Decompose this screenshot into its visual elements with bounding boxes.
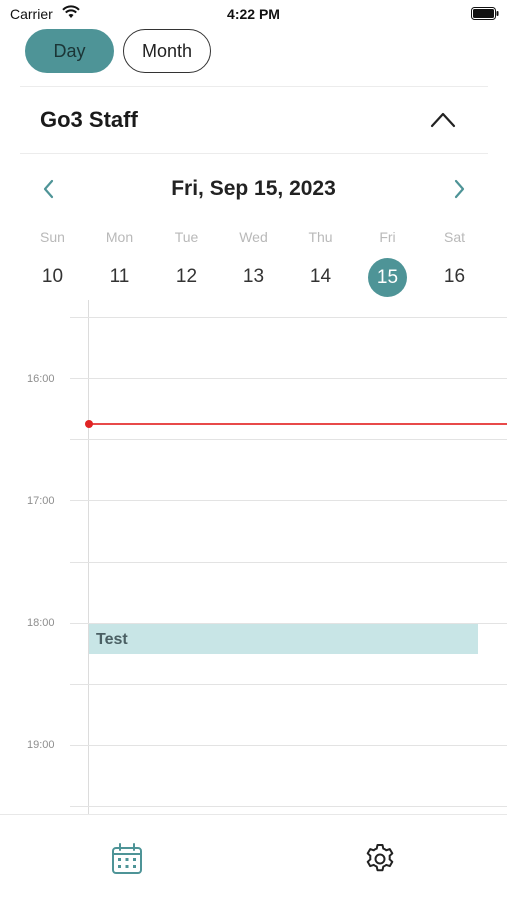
day-cell-selected[interactable]: 15 [354, 258, 421, 297]
divider [20, 86, 488, 87]
grid-line [70, 745, 507, 746]
day-number: 13 [242, 266, 265, 287]
gear-icon[interactable] [363, 842, 397, 876]
day-view-button[interactable]: Day [25, 29, 114, 73]
current-time-line [89, 423, 507, 425]
hour-label: 16:00 [27, 373, 55, 385]
day-number: 15 [368, 258, 407, 297]
day-cell[interactable]: 16 [421, 258, 488, 296]
chevron-up-icon[interactable] [428, 108, 458, 130]
day-cell[interactable]: 13 [220, 258, 287, 296]
hour-label: 19:00 [27, 739, 55, 751]
month-view-button[interactable]: Month [123, 29, 211, 73]
hour-label: 17:00 [27, 495, 55, 507]
weekday-label: Sat [443, 229, 465, 245]
next-day-button[interactable] [449, 178, 469, 200]
grid-line [70, 439, 507, 440]
day-timeline[interactable]: 16:00 17:00 18:00 19:00 Test [0, 300, 507, 814]
grid-line [70, 500, 507, 501]
day-cell[interactable]: 10 [19, 258, 86, 296]
day-number: 11 [109, 266, 130, 287]
current-date-title: Fri, Sep 15, 2023 [171, 177, 336, 200]
weekday-label: Wed [239, 229, 268, 245]
weekday-header-row: Sun Mon Tue Wed Thu Fri Sat [19, 229, 489, 245]
grid-line [70, 684, 507, 685]
hour-label: 18:00 [27, 617, 55, 629]
day-cell[interactable]: 12 [153, 258, 220, 296]
status-bar: Carrier 4:22 PM [0, 0, 507, 28]
tab-bar [0, 814, 507, 900]
day-cell[interactable]: 14 [287, 258, 354, 296]
grid-line [70, 378, 507, 379]
week-day-row: 10 11 12 13 14 15 16 [19, 258, 489, 297]
weekday-label: Fri [379, 229, 396, 245]
grid-line [70, 806, 507, 807]
day-cell[interactable]: 11 [86, 258, 153, 296]
day-number: 12 [175, 266, 198, 287]
calendar-icon[interactable] [110, 842, 144, 876]
current-time-dot [85, 420, 93, 428]
staff-section-title: Go3 Staff [40, 107, 138, 132]
weekday-label: Sun [40, 229, 65, 245]
battery-icon [471, 7, 499, 20]
day-number: 16 [443, 266, 466, 287]
day-number: 14 [309, 266, 332, 287]
weekday-label: Mon [105, 229, 134, 245]
event-title: Test [96, 631, 128, 648]
grid-line [70, 317, 507, 318]
weekday-label: Tue [174, 229, 199, 245]
weekday-label: Thu [308, 229, 333, 245]
divider [20, 153, 488, 154]
day-number: 10 [41, 266, 64, 287]
grid-line [70, 562, 507, 563]
status-time: 4:22 PM [227, 6, 280, 22]
event-block[interactable]: Test [89, 624, 478, 654]
